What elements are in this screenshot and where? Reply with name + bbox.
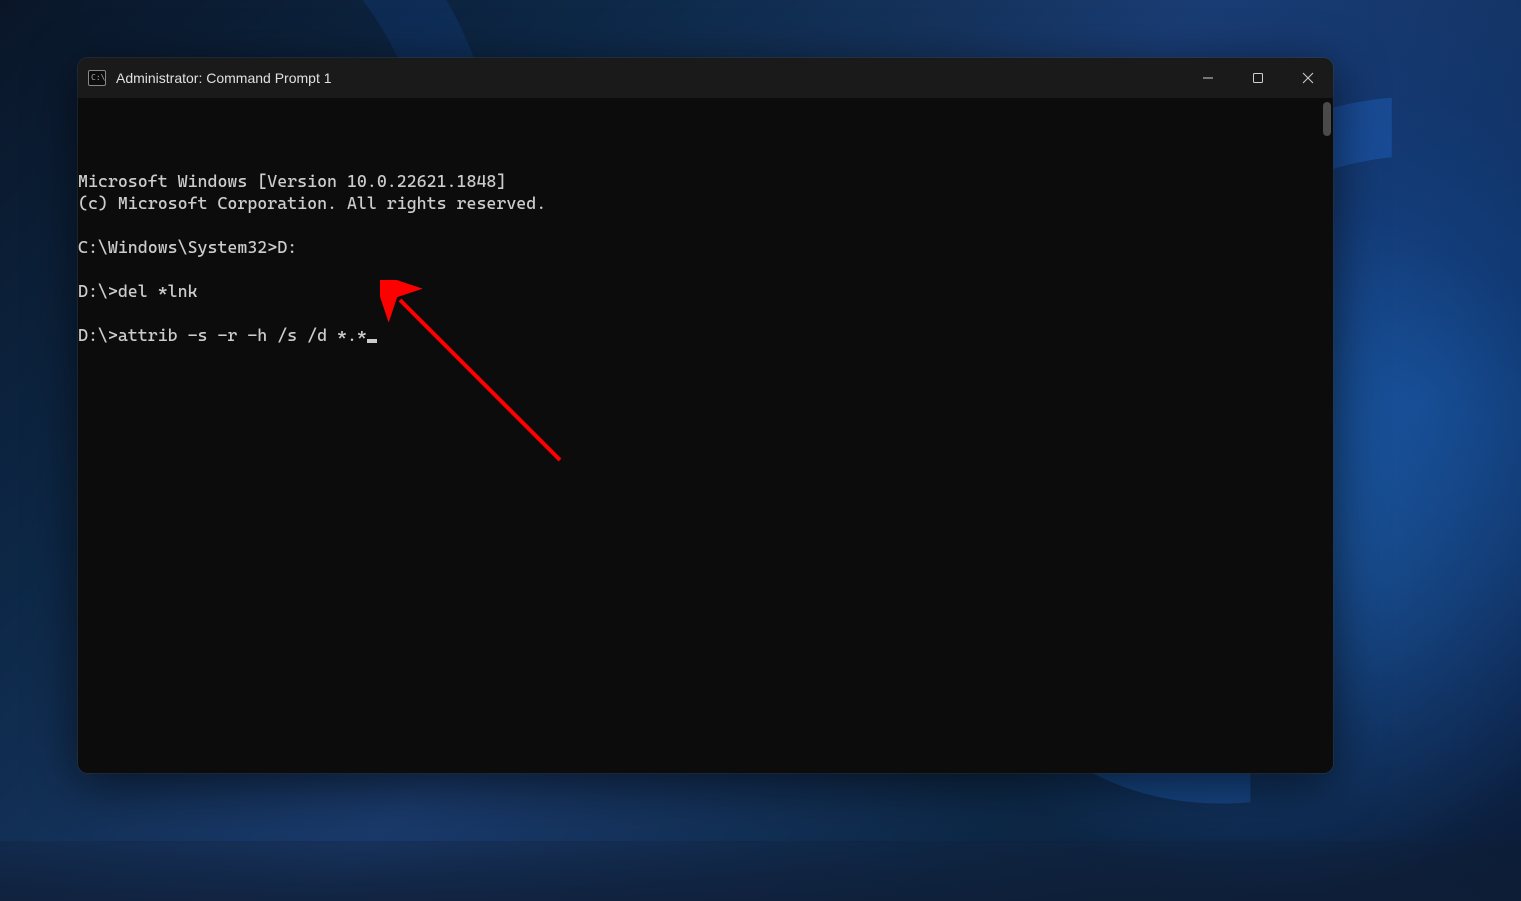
titlebar[interactable]: C:\ Administrator: Command Prompt 1 (78, 58, 1333, 98)
scrollbar[interactable] (1319, 98, 1333, 773)
terminal-line: Microsoft Windows [Version 10.0.22621.18… (78, 171, 506, 191)
window-title: Administrator: Command Prompt 1 (116, 70, 1183, 86)
terminal-line: C:\Windows\System32>D: (78, 237, 297, 257)
close-button[interactable] (1283, 58, 1333, 98)
terminal-output[interactable]: Microsoft Windows [Version 10.0.22621.18… (78, 98, 1333, 773)
terminal-line: (c) Microsoft Corporation. All rights re… (78, 193, 546, 213)
terminal-current-line: D:\>attrib -s -r -h /s /d *.* (78, 325, 377, 345)
text-cursor (367, 339, 377, 343)
terminal-line: D:\>del *lnk (78, 281, 198, 301)
command-prompt-window: C:\ Administrator: Command Prompt 1 Micr… (78, 58, 1333, 773)
cmd-icon: C:\ (88, 70, 106, 86)
maximize-button[interactable] (1233, 58, 1283, 98)
minimize-button[interactable] (1183, 58, 1233, 98)
window-controls (1183, 58, 1333, 98)
taskbar-region (0, 841, 1521, 901)
scrollbar-thumb[interactable] (1323, 102, 1331, 136)
